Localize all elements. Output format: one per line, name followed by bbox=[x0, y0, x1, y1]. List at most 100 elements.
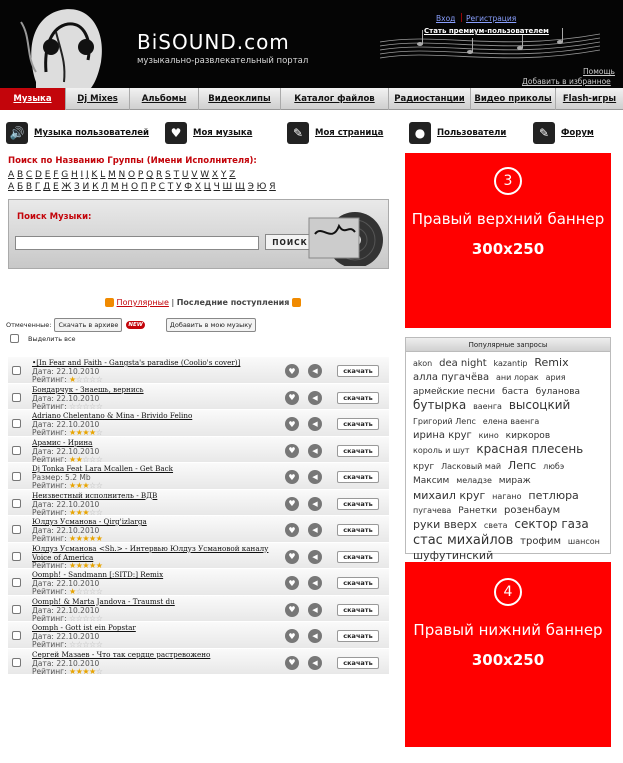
track-title[interactable]: Сергей Мазаев - Что так сердце растревож… bbox=[32, 650, 288, 659]
nav-albums[interactable]: Альбомы bbox=[130, 88, 199, 110]
heart-icon[interactable]: ♥ bbox=[285, 602, 299, 617]
cyrillic-letter[interactable]: Х bbox=[195, 182, 202, 192]
popular-query-tag[interactable]: ани лорак bbox=[496, 373, 539, 382]
speaker-icon[interactable]: ◀ bbox=[308, 417, 322, 431]
cyrillic-letter[interactable]: Ш bbox=[223, 182, 233, 192]
cyrillic-letter[interactable]: Я bbox=[269, 182, 276, 192]
cyrillic-letter[interactable]: Ц bbox=[204, 182, 211, 192]
latin-letter[interactable]: A bbox=[8, 170, 15, 180]
download-button[interactable]: скачать bbox=[337, 630, 379, 642]
track-title[interactable]: Dj Tonka Feat Lara Mcallen - Get Back bbox=[32, 464, 288, 473]
track-title[interactable]: Oomph! - Sandmann [:SITD:] Remix bbox=[32, 570, 288, 579]
track-title[interactable]: Oomph - Gott ist ein Popstar bbox=[32, 623, 288, 632]
latin-letter[interactable]: O bbox=[128, 170, 135, 180]
select-all-checkbox[interactable] bbox=[10, 334, 19, 343]
popular-query-tag[interactable]: розенбаум bbox=[504, 505, 560, 516]
latin-letter[interactable]: L bbox=[100, 170, 105, 180]
heart-icon[interactable]: ♥ bbox=[285, 390, 299, 405]
popular-query-tag[interactable]: Remix bbox=[534, 356, 568, 369]
popular-query-tag[interactable]: dea night bbox=[439, 358, 487, 369]
popular-query-tag[interactable]: Григорий Лепс bbox=[413, 417, 476, 426]
cyrillic-letter[interactable]: В bbox=[26, 182, 33, 192]
popular-query-tag[interactable]: ваенга bbox=[473, 402, 502, 411]
track-title[interactable]: •[In Fear and Faith - Gangsta's paradise… bbox=[32, 358, 288, 367]
cyrillic-letter[interactable]: Г bbox=[35, 182, 41, 192]
heart-icon[interactable]: ♥ bbox=[285, 629, 299, 643]
popular-query-tag[interactable]: король и шут bbox=[413, 446, 470, 455]
cyrillic-letter[interactable]: Ю bbox=[257, 182, 267, 192]
speaker-icon[interactable]: ◀ bbox=[308, 629, 322, 643]
cyrillic-letter[interactable]: З bbox=[74, 182, 80, 192]
latin-letter[interactable]: X bbox=[212, 170, 219, 180]
track-checkbox[interactable] bbox=[12, 525, 21, 534]
download-button[interactable]: скачать bbox=[337, 418, 379, 430]
heart-icon[interactable]: ♥ bbox=[285, 576, 299, 590]
subnav-my-music[interactable]: ♥ Моя музыка bbox=[159, 122, 277, 144]
latin-letter[interactable]: R bbox=[156, 170, 163, 180]
download-button[interactable]: скачать bbox=[337, 444, 379, 457]
download-button[interactable]: скачать bbox=[337, 471, 379, 483]
popular-query-tag[interactable]: пугачева bbox=[413, 506, 451, 515]
latin-letter[interactable]: Y bbox=[221, 170, 227, 180]
download-button[interactable]: скачать bbox=[337, 391, 379, 404]
latin-letter[interactable]: E bbox=[45, 170, 51, 180]
cyrillic-letter[interactable]: П bbox=[141, 182, 148, 192]
popular-query-tag[interactable]: бутырка bbox=[413, 398, 466, 412]
nav-dj-mixes[interactable]: Dj Mixes bbox=[66, 88, 130, 110]
cyrillic-letter[interactable]: Е bbox=[53, 182, 59, 192]
speaker-icon[interactable]: ◀ bbox=[308, 390, 322, 405]
track-checkbox[interactable] bbox=[12, 498, 21, 508]
speaker-icon[interactable]: ◀ bbox=[308, 523, 322, 537]
popular-query-tag[interactable]: баста bbox=[502, 387, 529, 397]
cyrillic-letter[interactable]: С bbox=[159, 182, 166, 192]
popular-query-tag[interactable]: нагано bbox=[492, 492, 521, 501]
popular-query-tag[interactable]: армейские песни bbox=[413, 387, 495, 397]
tab-latest[interactable]: Последние поступления bbox=[177, 298, 290, 307]
heart-icon[interactable]: ♥ bbox=[285, 523, 299, 537]
popular-query-tag[interactable]: любэ bbox=[543, 462, 564, 471]
speaker-icon[interactable]: ◀ bbox=[308, 549, 322, 564]
cyrillic-letter[interactable]: Т bbox=[168, 182, 174, 192]
premium-link[interactable]: Стать премиум-пользователем bbox=[424, 27, 549, 35]
heart-icon[interactable]: ♥ bbox=[285, 655, 299, 670]
help-link[interactable]: Помощь bbox=[583, 67, 615, 76]
latin-letter[interactable]: S bbox=[165, 170, 171, 180]
popular-query-tag[interactable]: кино bbox=[479, 431, 499, 440]
download-archive-button[interactable]: Скачать в архиве bbox=[54, 318, 123, 332]
download-button[interactable]: скачать bbox=[337, 524, 379, 536]
nav-flash-games[interactable]: Flash-игры bbox=[556, 88, 623, 110]
nav-videoclips[interactable]: Видеоклипы bbox=[199, 88, 281, 110]
latin-letter[interactable]: N bbox=[119, 170, 126, 180]
banner-top[interactable]: 3 Правый верхний баннер 300x250 bbox=[405, 153, 611, 328]
latin-letter[interactable]: Q bbox=[146, 170, 153, 180]
heart-icon[interactable]: ♥ bbox=[285, 364, 299, 378]
popular-query-tag[interactable]: Ранетки bbox=[458, 506, 497, 516]
speaker-icon[interactable]: ◀ bbox=[308, 576, 322, 590]
add-to-my-music-button[interactable]: Добавить в мою музыку bbox=[165, 318, 256, 332]
latin-letter[interactable]: K bbox=[91, 170, 97, 180]
cyrillic-letter[interactable]: Д bbox=[43, 182, 50, 192]
popular-query-tag[interactable]: киркоров bbox=[506, 431, 550, 441]
login-link[interactable]: Вход bbox=[436, 14, 455, 23]
nav-file-catalog[interactable]: Каталог файлов bbox=[281, 88, 389, 110]
latin-letter[interactable]: W bbox=[200, 170, 209, 180]
popular-query-tag[interactable]: Максим bbox=[413, 476, 449, 486]
popular-query-tag[interactable]: буланова bbox=[536, 387, 580, 397]
latin-letter[interactable]: B bbox=[17, 170, 24, 180]
search-input[interactable] bbox=[15, 236, 259, 250]
speaker-icon[interactable]: ◀ bbox=[308, 470, 322, 484]
track-title[interactable]: Oomph! & Marta Jandova - Traumst du bbox=[32, 597, 288, 606]
popular-query-tag[interactable]: сектор газа bbox=[514, 517, 588, 531]
subnav-users-music[interactable]: 🔊 Музыка пользователей bbox=[0, 122, 155, 144]
cyrillic-letter[interactable]: Э bbox=[248, 182, 255, 192]
tab-popular[interactable]: Популярные bbox=[117, 298, 169, 307]
track-title[interactable]: Юлдуз Усманова - Qirg'izlarga bbox=[32, 517, 288, 526]
popular-query-tag[interactable]: алла пугачёва bbox=[413, 372, 489, 383]
cyrillic-letter[interactable]: Б bbox=[17, 182, 24, 192]
cyrillic-letter[interactable]: И bbox=[83, 182, 90, 192]
popular-query-tag[interactable]: круг bbox=[413, 462, 434, 472]
popular-query-tag[interactable]: akon bbox=[413, 359, 432, 368]
heart-icon[interactable]: ♥ bbox=[285, 496, 299, 511]
cyrillic-letter[interactable]: Н bbox=[121, 182, 128, 192]
site-logo[interactable]: BiSOUND.com bbox=[137, 30, 290, 54]
